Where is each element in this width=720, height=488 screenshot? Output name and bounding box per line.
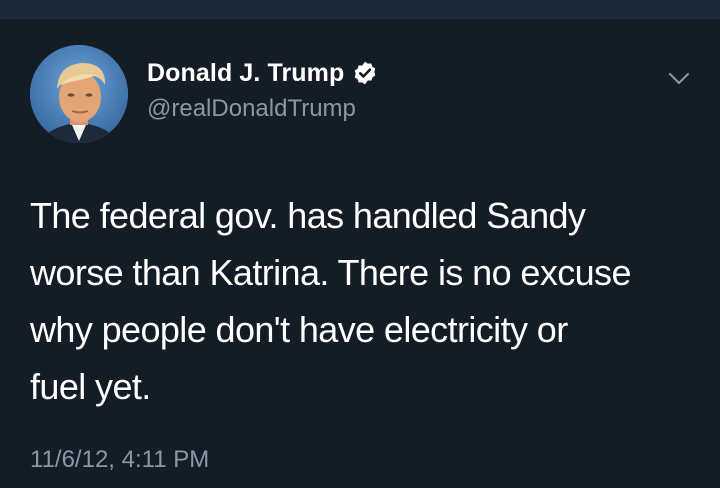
tweet-text: The federal gov. has handled Sandy worse… (30, 195, 631, 407)
tweet-timestamp[interactable]: 11/6/12, 4:11 PM (30, 446, 209, 474)
author-display-name[interactable]: Donald J. Trump (147, 59, 344, 88)
author-name-row: Donald J. Trump (147, 57, 378, 89)
avatar[interactable] (30, 45, 128, 143)
profile-photo-icon (30, 45, 128, 143)
verified-badge-icon (352, 60, 378, 86)
top-bar (0, 0, 720, 19)
tweet-card[interactable]: Donald J. Trump @realDonaldTrump The fed… (0, 19, 720, 488)
chevron-down-icon[interactable] (666, 65, 692, 91)
author-handle[interactable]: @realDonaldTrump (147, 95, 356, 123)
